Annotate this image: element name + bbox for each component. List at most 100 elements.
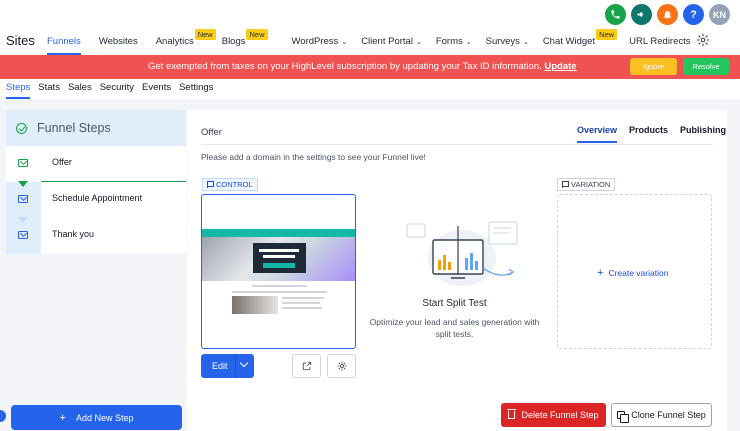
arrow-down-icon <box>18 217 28 223</box>
nav-item-label: Blogs <box>221 36 246 47</box>
preview-headline-line <box>263 255 295 258</box>
check-circle-icon <box>16 123 27 134</box>
funnel-steps-panel: Funnel Steps Offer Schedule Appointment … <box>6 110 186 254</box>
plus-icon: + <box>597 267 604 279</box>
nav-item-wordpress[interactable]: WordPress ⌄ <box>292 28 348 55</box>
split-test-title: Start Split Test <box>422 298 487 309</box>
preview-cta-button <box>263 263 295 268</box>
step-item-thank-you[interactable]: Thank you <box>6 217 186 254</box>
divider <box>235 354 236 378</box>
domain-notice: Please add a domain in the settings to s… <box>201 152 426 162</box>
tab-sales[interactable]: Sales <box>68 79 92 99</box>
chevron-down-icon: ⌄ <box>341 39 348 46</box>
delete-label: Delete Funnel Step <box>521 410 599 420</box>
new-badge: New <box>194 29 216 40</box>
edit-label: Edit <box>212 361 228 371</box>
trash-icon <box>507 409 517 419</box>
split-test-description: Optimize your lead and sales generation … <box>369 317 540 339</box>
nav-item-surveys[interactable]: Surveys ⌄ <box>486 28 529 55</box>
control-page-preview[interactable] <box>201 194 356 349</box>
copy-icon <box>617 411 630 423</box>
open-external-button[interactable] <box>292 354 321 378</box>
nav-item-client-portal[interactable]: Client Portal ⌄ <box>361 28 422 55</box>
preview-header-bar <box>202 229 355 237</box>
tab-stats[interactable]: Stats <box>38 79 60 99</box>
megaphone-icon[interactable] <box>631 4 652 25</box>
nav-item-chat-widget[interactable]: Chat Widget New <box>542 28 618 55</box>
preview-text-line <box>282 302 320 304</box>
step-item-offer[interactable]: Offer <box>6 146 186 182</box>
create-variation-link[interactable]: + Create variation <box>597 267 668 279</box>
step-tabs: Overview Products Publishing <box>577 125 726 143</box>
split-test-illustration <box>406 221 518 286</box>
gear-icon <box>336 361 347 371</box>
mail-icon <box>18 159 28 167</box>
control-label: CONTROL <box>216 180 253 189</box>
control-tag: CONTROL <box>202 178 258 191</box>
nav-item-websites[interactable]: Websites <box>99 28 138 55</box>
external-link-icon <box>302 361 311 371</box>
tab-settings[interactable]: Settings <box>179 79 213 99</box>
nav-item-label: URL Redirects <box>629 36 691 47</box>
mail-icon <box>18 195 28 203</box>
funnel-subtabs: Steps Stats Sales Security Events Settin… <box>0 79 740 99</box>
add-new-step-label: Add New Step <box>75 412 134 423</box>
flag-icon <box>207 181 214 188</box>
add-new-step-button[interactable]: + Add New Step <box>11 405 182 430</box>
variation-label: VARIATION <box>571 180 611 189</box>
clone-funnel-step-button[interactable]: Clone Funnel Step <box>611 403 712 427</box>
section-title: Sites <box>6 33 35 48</box>
nav-item-analytics[interactable]: Analytics New <box>156 28 216 55</box>
update-link[interactable]: Update <box>544 61 576 72</box>
help-icon[interactable]: ? <box>683 4 704 25</box>
nav-item-label: Forms <box>435 36 463 47</box>
nav-item-blogs[interactable]: Blogs New <box>221 28 268 55</box>
funnel-steps-header: Funnel Steps <box>6 110 186 146</box>
top-header: ? KN <box>0 0 740 28</box>
gear-icon[interactable] <box>696 33 712 49</box>
tab-products[interactable]: Products <box>629 125 668 143</box>
tab-events[interactable]: Events <box>142 79 171 99</box>
edit-button[interactable]: Edit <box>201 354 254 378</box>
chevron-down-icon: ⌄ <box>415 39 422 46</box>
preview-text-line <box>232 291 327 293</box>
nav-item-label: Websites <box>98 36 138 47</box>
tab-security[interactable]: Security <box>100 79 134 99</box>
step-settings-button[interactable] <box>327 354 356 378</box>
chevron-down-icon[interactable] <box>239 358 249 368</box>
ignore-button[interactable]: Ignore <box>630 58 677 75</box>
clone-label: Clone Funnel Step <box>631 410 706 420</box>
chevron-down-icon: ⌄ <box>522 39 529 46</box>
tab-overview[interactable]: Overview <box>577 125 618 143</box>
new-badge: New <box>246 29 268 40</box>
resolve-button[interactable]: Resolve <box>683 58 729 75</box>
variation-tag: VARIATION <box>557 178 616 191</box>
bell-icon[interactable] <box>657 4 678 25</box>
step-item-schedule-appointment[interactable]: Schedule Appointment <box>6 181 186 218</box>
nav-item-forms[interactable]: Forms ⌄ <box>436 28 472 55</box>
divider <box>201 144 713 145</box>
preview-hero-card <box>253 243 306 273</box>
avatar[interactable]: KN <box>709 4 730 25</box>
tax-id-banner: Get exempted from taxes on your HighLeve… <box>0 55 740 79</box>
tab-steps[interactable]: Steps <box>6 79 31 99</box>
create-variation-label: Create variation <box>608 268 669 278</box>
variation-placeholder[interactable]: + Create variation <box>557 194 712 349</box>
nav-item-label: Chat Widget <box>542 36 596 47</box>
nav-item-funnels[interactable]: Funnels <box>47 28 81 55</box>
phone-icon[interactable] <box>605 4 626 25</box>
side-handle[interactable] <box>0 410 6 422</box>
nav-item-label: WordPress <box>291 36 339 47</box>
preview-text-line <box>252 285 307 287</box>
step-label: Offer <box>52 157 72 167</box>
delete-funnel-step-button[interactable]: Delete Funnel Step <box>501 403 606 427</box>
preview-text-line <box>282 297 324 299</box>
plus-icon: + <box>59 411 66 424</box>
nav-item-label: Surveys <box>485 36 520 47</box>
new-badge: New <box>596 29 618 40</box>
step-label: Thank you <box>52 229 95 239</box>
tab-publishing[interactable]: Publishing <box>680 125 726 143</box>
banner-text: Get exempted from taxes on your HighLeve… <box>148 61 542 72</box>
step-label: Schedule Appointment <box>52 193 143 203</box>
nav-item-url-redirects[interactable]: URL Redirects <box>629 28 690 55</box>
